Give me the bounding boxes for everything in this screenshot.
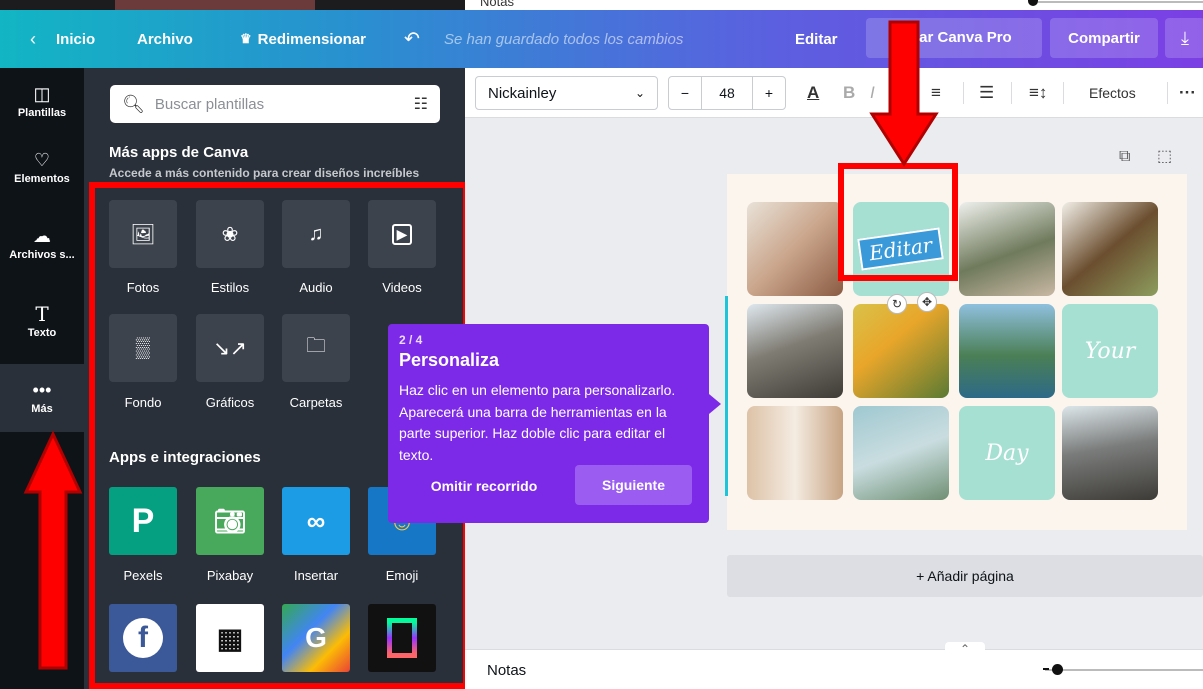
filter-icon[interactable]: ☷ bbox=[414, 94, 428, 114]
home-link[interactable]: ‹ Inicio bbox=[30, 10, 95, 68]
photo-tile[interactable] bbox=[747, 202, 843, 296]
cloud-upload-icon: ☁ bbox=[33, 226, 51, 246]
font-size-value[interactable]: 48 bbox=[701, 77, 753, 109]
decrease-size-button[interactable]: − bbox=[669, 85, 701, 101]
toolbar-divider bbox=[1063, 82, 1064, 104]
undo-button[interactable]: ↶ bbox=[404, 10, 420, 68]
rail-item-more[interactable]: ••• Más bbox=[0, 364, 84, 432]
page-guide-line bbox=[725, 296, 728, 496]
chevron-left-icon: ‹ bbox=[30, 28, 36, 49]
zoom-slider-handle[interactable] bbox=[1052, 664, 1063, 675]
more-apps-subtitle: Accede a más contenido para crear diseño… bbox=[109, 166, 420, 180]
home-label: Inicio bbox=[56, 30, 96, 48]
tour-step-counter: 2 / 4 bbox=[399, 333, 423, 347]
font-family-select[interactable]: Nickainley ⌄ bbox=[475, 76, 658, 110]
photo-tile[interactable] bbox=[1062, 406, 1158, 500]
search-icon: 🔍︎ bbox=[122, 93, 145, 114]
tour-title: Personaliza bbox=[399, 350, 500, 370]
tile-text: Day bbox=[985, 440, 1029, 466]
top-strip: Notas bbox=[0, 0, 1203, 10]
text-color-icon[interactable]: A bbox=[807, 68, 819, 118]
chevron-up-icon[interactable]: ⌃ bbox=[945, 642, 985, 656]
layout-icon: ◫ bbox=[33, 84, 51, 104]
bold-icon[interactable]: B bbox=[843, 68, 855, 118]
notes-button[interactable]: Notas bbox=[487, 662, 526, 679]
photo-tile[interactable] bbox=[747, 304, 843, 398]
photo-tile[interactable] bbox=[1062, 202, 1158, 296]
font-family-value: Nickainley bbox=[488, 84, 557, 102]
rail-item-label: Archivos s... bbox=[9, 249, 75, 261]
top-notes-label: Notas bbox=[480, 0, 514, 9]
crown-icon: ♛ bbox=[240, 31, 252, 46]
search-input[interactable] bbox=[154, 95, 404, 113]
zoom-slider-fill bbox=[1043, 668, 1049, 670]
download-icon: ⤓ bbox=[1181, 27, 1189, 48]
toolbar-divider bbox=[1011, 82, 1012, 104]
rail-item-label: Texto bbox=[27, 327, 57, 339]
toolbar-divider bbox=[963, 82, 964, 104]
chevron-down-icon: ⌄ bbox=[634, 86, 645, 100]
next-step-button[interactable]: Siguiente bbox=[575, 465, 692, 505]
tile-text: Your bbox=[1084, 338, 1136, 364]
rail-item-uploads[interactable]: ☁ Archivos s... bbox=[0, 210, 84, 278]
spacing-icon[interactable]: ≡↕ bbox=[1029, 68, 1047, 118]
add-page-icon[interactable]: ⬚ bbox=[1157, 146, 1172, 166]
share-button[interactable]: Compartir bbox=[1050, 18, 1158, 58]
resize-label: Redimensionar bbox=[257, 30, 367, 48]
your-tile[interactable]: Your bbox=[1062, 304, 1158, 398]
photo-tile[interactable] bbox=[959, 202, 1055, 296]
zoom-slider-track[interactable] bbox=[1045, 669, 1203, 671]
move-icon[interactable]: ✥ bbox=[917, 292, 937, 312]
font-size-stepper[interactable]: − 48 + bbox=[668, 76, 786, 110]
photo-tile[interactable] bbox=[853, 304, 949, 398]
editor-toolbar: Nickainley ⌄ − 48 + A B I ≡ ☰ ≡↕ Efectos… bbox=[465, 68, 1203, 118]
rail-item-text[interactable]: T Texto bbox=[0, 288, 84, 356]
shapes-icon: ♡ bbox=[33, 150, 51, 170]
rotate-icon[interactable]: ↻ bbox=[887, 294, 907, 314]
text-icon: T bbox=[35, 302, 49, 326]
left-rail: ◫ Plantillas ♡ Elementos ☁ Archivos s...… bbox=[0, 68, 84, 689]
top-header: ‹ Inicio Archivo ♛ Redimensionar ↶ Se ha… bbox=[0, 10, 1203, 68]
onboarding-tooltip: 2 / 4 Personaliza Haz clic en un element… bbox=[388, 324, 721, 523]
file-menu[interactable]: Archivo bbox=[137, 10, 193, 68]
more-options-button[interactable]: ··· bbox=[1179, 68, 1196, 118]
undo-icon: ↶ bbox=[404, 28, 420, 50]
skip-tour-button[interactable]: Omitir recorrido bbox=[408, 466, 560, 506]
download-button[interactable]: ⤓ bbox=[1165, 18, 1203, 58]
file-label: Archivo bbox=[137, 30, 193, 48]
search-box[interactable]: 🔍︎ ☷ bbox=[110, 85, 440, 123]
resize-button[interactable]: ♛ Redimensionar bbox=[240, 10, 366, 68]
top-strip-dark bbox=[0, 0, 465, 10]
rail-item-label: Plantillas bbox=[17, 107, 67, 119]
annotation-arrow-down bbox=[869, 20, 939, 167]
saved-status: Se han guardado todos los cambios bbox=[444, 30, 684, 48]
rail-item-elements[interactable]: ♡ Elementos bbox=[0, 134, 84, 202]
share-label: Compartir bbox=[1068, 29, 1140, 47]
photo-tile[interactable] bbox=[747, 406, 843, 500]
photo-tile[interactable] bbox=[959, 304, 1055, 398]
top-zoom-handle[interactable] bbox=[1028, 0, 1038, 6]
annotation-tile-box bbox=[838, 163, 958, 281]
more-apps-title: Más apps de Canva bbox=[109, 144, 249, 161]
edit-label: Editar bbox=[795, 30, 838, 48]
toolbar-divider bbox=[1167, 82, 1168, 104]
top-zoom-track bbox=[1038, 1, 1203, 3]
edit-mode-button[interactable]: Editar bbox=[795, 10, 838, 68]
rail-item-label: Más bbox=[31, 403, 53, 415]
list-icon[interactable]: ☰ bbox=[979, 68, 994, 118]
add-page-button[interactable]: + Añadir página bbox=[727, 555, 1203, 597]
more-dots-icon: ••• bbox=[32, 380, 52, 400]
rail-item-label: Elementos bbox=[14, 173, 70, 185]
photo-tile[interactable] bbox=[853, 406, 949, 500]
day-tile[interactable]: Day bbox=[959, 406, 1055, 500]
duplicate-page-icon[interactable]: ⧉ bbox=[1119, 148, 1130, 166]
increase-size-button[interactable]: + bbox=[753, 85, 785, 101]
annotation-arrow-up bbox=[23, 430, 83, 670]
tour-body: Haz clic en un elemento para personaliza… bbox=[399, 382, 676, 463]
notes-bar: ⌃ Notas bbox=[465, 642, 1203, 689]
rail-item-templates[interactable]: ◫ Plantillas bbox=[0, 68, 84, 136]
effects-button[interactable]: Efectos bbox=[1089, 68, 1136, 118]
